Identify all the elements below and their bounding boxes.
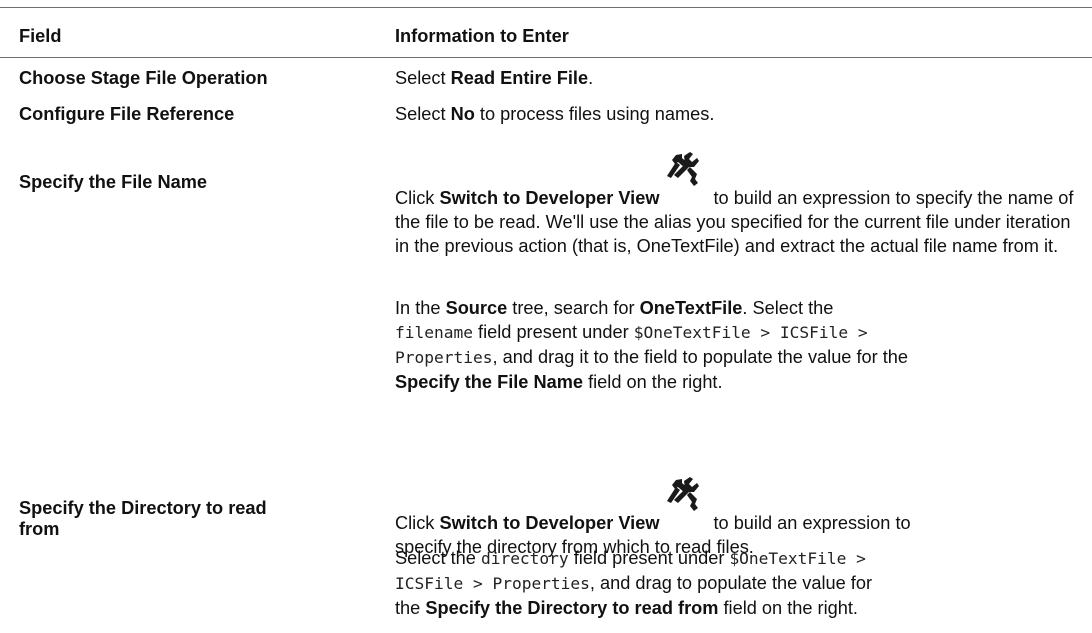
info-text: field on the right.	[718, 598, 858, 618]
info-text: the	[395, 598, 426, 618]
switch-to-developer-view-label: Switch to Developer View	[439, 513, 660, 533]
info-specify-file-name-p1: Click Switch to Developer View to build a…	[395, 152, 1075, 258]
table-top-rule	[0, 7, 1092, 8]
column-header-information: Information to Enter	[395, 26, 569, 46]
info-text: , and drag to populate the value for	[589, 573, 873, 593]
info-text: , and drag it to the field to populate t…	[492, 347, 909, 367]
code-path: $OneTextFile > ICSFile >	[633, 323, 868, 342]
info-text: Select	[395, 68, 451, 88]
field-configure-file-reference: Configure File Reference	[19, 104, 235, 124]
info-text: Click	[395, 188, 440, 208]
info-text: Select	[395, 104, 451, 124]
column-header-field: Field	[19, 26, 62, 46]
info-text: field present under	[568, 548, 730, 568]
info-text: In the	[395, 298, 446, 318]
option-no: No	[450, 104, 475, 124]
field-label-line: Specify the Directory to read	[19, 498, 267, 518]
info-text: . Select the	[742, 298, 834, 318]
developer-view-icon	[663, 477, 703, 535]
info-text: tree, search for	[507, 298, 640, 318]
specify-directory-label: Specify the Directory to read from	[425, 598, 719, 618]
info-text: field on the right.	[583, 372, 723, 392]
info-text: to process files using names.	[474, 104, 715, 124]
info-specify-file-name-p2: In the Source tree, search for OneTextFi…	[395, 296, 1075, 394]
info-choose-stage-file-operation: Select Read Entire File.	[395, 66, 1075, 90]
onetextfile-label: OneTextFile	[639, 298, 743, 318]
field-specify-the-directory: Specify the Directory to read from	[19, 498, 267, 540]
code-path: $OneTextFile >	[729, 549, 866, 568]
info-text: Select the	[395, 548, 481, 568]
info-text: to build an expression to	[713, 513, 911, 533]
info-text: field present under	[472, 322, 634, 342]
code-properties: Properties	[395, 348, 493, 367]
switch-to-developer-view-label: Switch to Developer View	[439, 188, 660, 208]
code-filename: filename	[395, 323, 473, 342]
code-directory: directory	[480, 549, 569, 568]
info-configure-file-reference: Select No to process files using names.	[395, 102, 1075, 126]
info-text: to build an expression to	[713, 188, 911, 208]
developer-view-icon	[663, 152, 703, 210]
table-header-rule	[0, 57, 1092, 58]
specify-file-name-label: Specify the File Name	[395, 372, 584, 392]
info-text: .	[588, 68, 594, 88]
field-specify-the-file-name: Specify the File Name	[19, 172, 208, 192]
info-text: Click	[395, 513, 440, 533]
field-choose-stage-file-operation: Choose Stage File Operation	[19, 68, 268, 88]
option-read-entire-file: Read Entire File	[450, 68, 589, 88]
info-specify-directory-p2: Select the directory field present under…	[395, 546, 1075, 620]
field-label-line: from	[19, 519, 60, 539]
source-label: Source	[445, 298, 508, 318]
code-path: ICSFile > Properties	[395, 574, 590, 593]
